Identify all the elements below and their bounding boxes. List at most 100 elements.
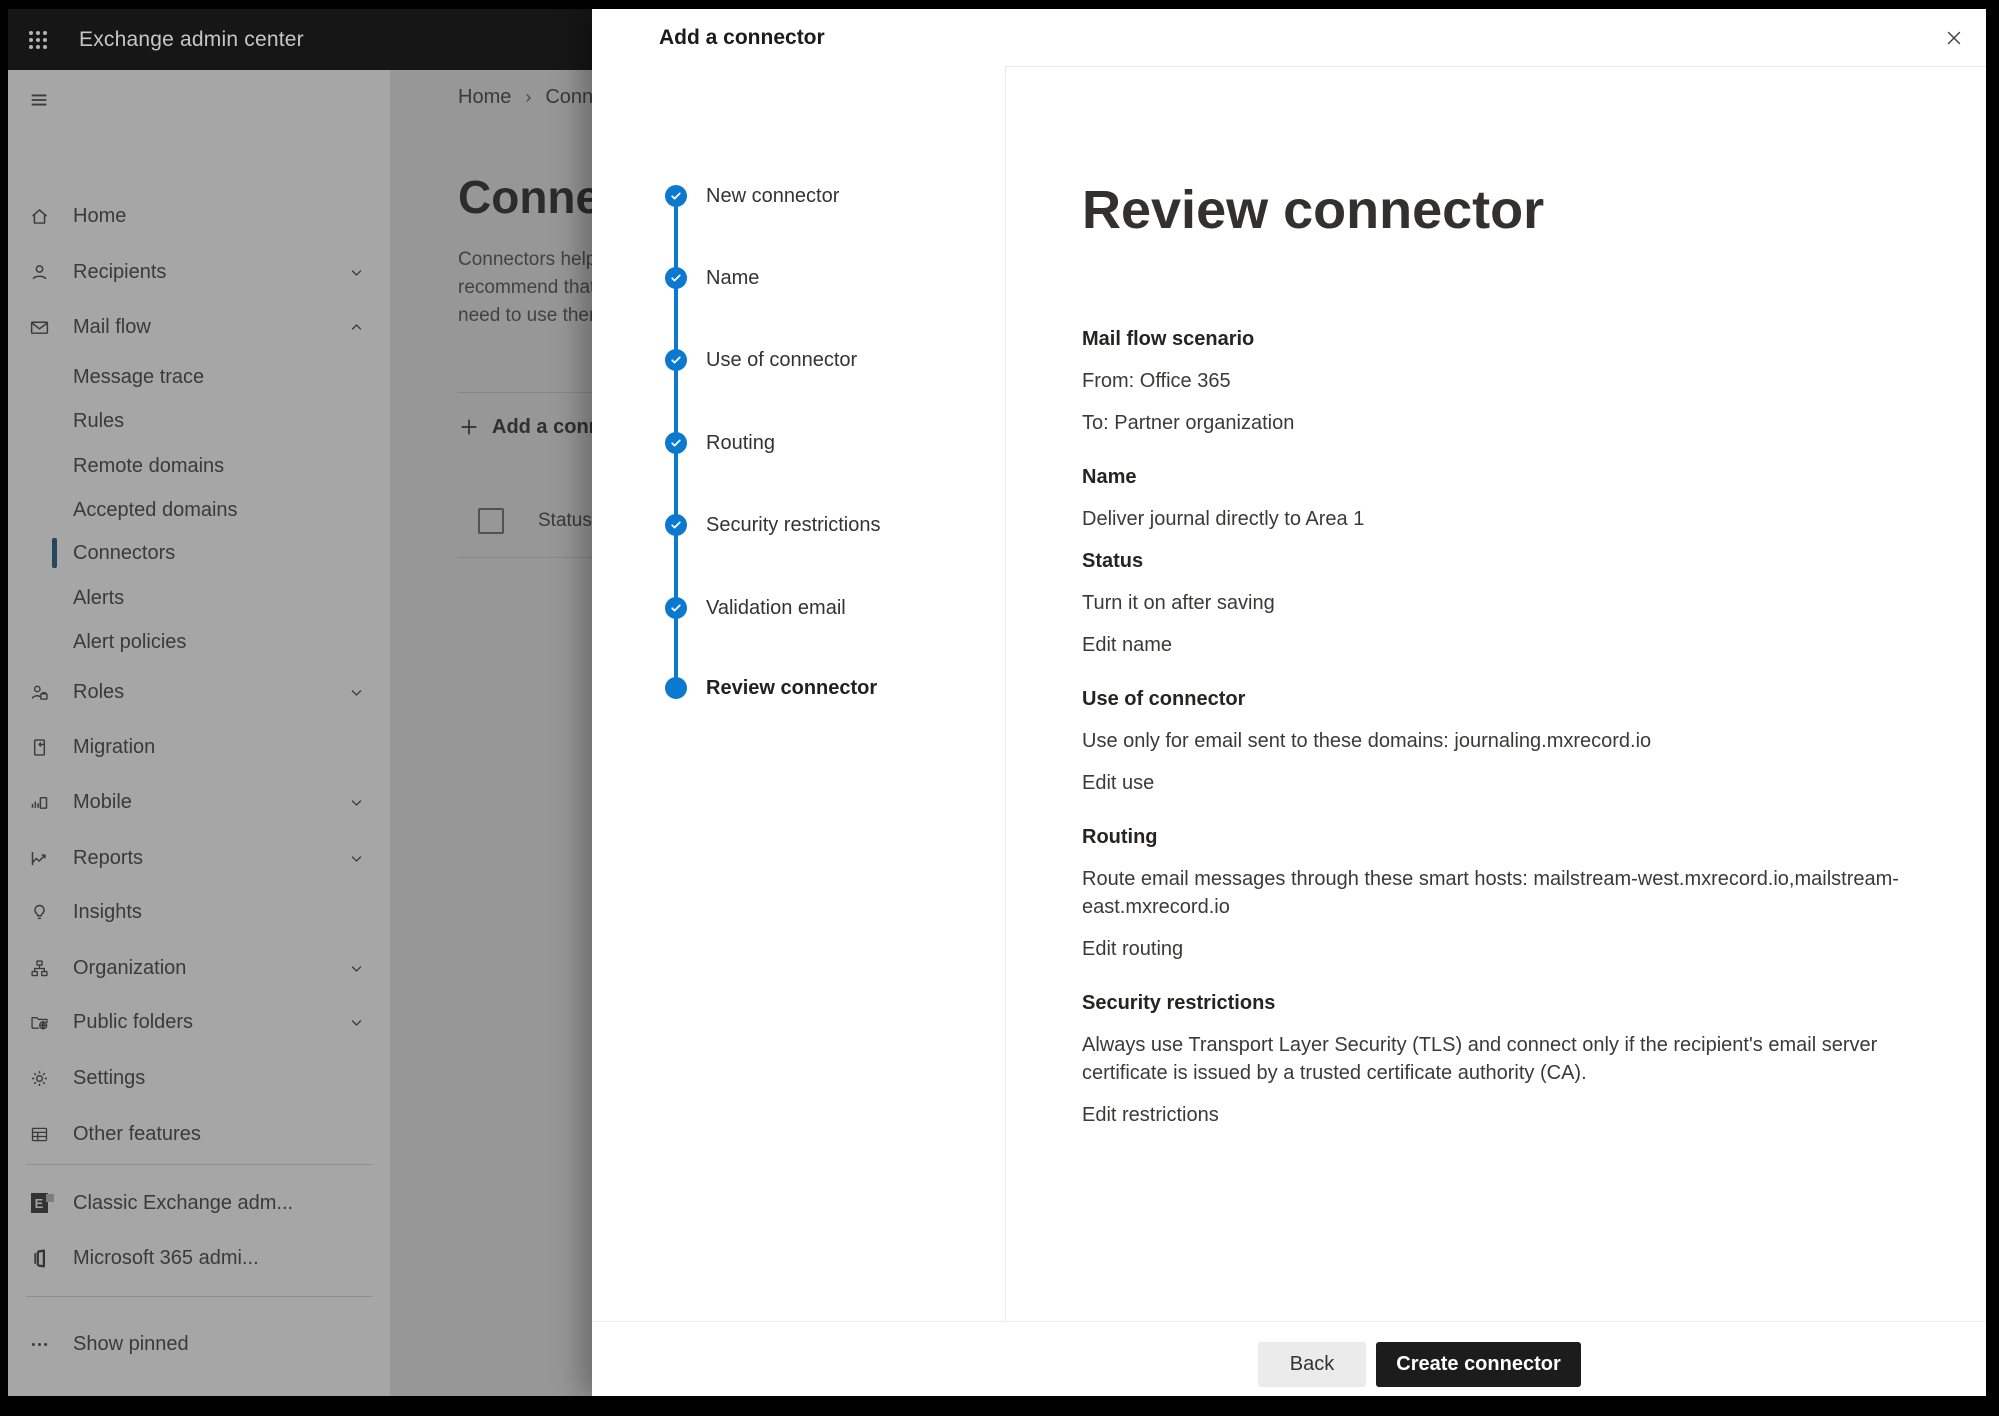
sidebar-item-classic-exchange-admin[interactable]: E Classic Exchange adm...	[8, 1181, 390, 1225]
chevron-down-icon	[348, 684, 364, 700]
sidebar-item-show-pinned[interactable]: Show pinned	[8, 1322, 390, 1366]
step-complete-icon	[665, 514, 687, 536]
sidebar-item-label: Public folders	[73, 1011, 193, 1034]
envelope-icon	[28, 316, 50, 338]
app-launcher-waffle-icon[interactable]	[25, 27, 51, 53]
sidebar-item-migration[interactable]: Migration	[8, 725, 390, 769]
review-section-heading: Use of connector	[1082, 685, 1942, 713]
create-connector-button[interactable]: Create connector	[1376, 1342, 1581, 1387]
review-section-heading: Mail flow scenario	[1082, 325, 1942, 353]
panel-footer: Back Create connector	[592, 1321, 1986, 1396]
wizard-step-routing[interactable]: Routing	[592, 431, 1005, 455]
classic-exchange-logo-icon: E	[28, 1192, 50, 1214]
review-content: Review connector Mail flow scenario From…	[1006, 66, 1986, 1322]
edit-use-link[interactable]: Edit use	[1082, 769, 1154, 797]
sidebar-item-label: Rules	[73, 410, 124, 433]
sidebar-item-label: Home	[73, 205, 126, 228]
sidebar-item-label: Classic Exchange adm...	[73, 1192, 293, 1215]
sidebar-item-public-folders[interactable]: Public folders	[8, 1000, 390, 1044]
add-connector-panel: Add a connector New connector Name	[592, 9, 1986, 1396]
chevron-down-icon	[348, 960, 364, 976]
sidebar-item-label: Alerts	[73, 587, 124, 610]
mobile-icon	[28, 791, 50, 813]
nav-sidebar: Home Recipients Mail flow Message trace …	[8, 70, 390, 1396]
home-icon	[28, 205, 50, 227]
sidebar-item-label: Show pinned	[73, 1333, 189, 1356]
page-description-line: need to use ther	[458, 302, 596, 330]
roles-icon	[28, 681, 50, 703]
select-all-checkbox[interactable]	[478, 508, 504, 534]
sidebar-divider	[26, 1296, 372, 1297]
step-complete-icon	[665, 267, 687, 289]
migration-icon	[28, 736, 50, 758]
sidebar-item-insights[interactable]: Insights	[8, 890, 390, 934]
sidebar-item-roles[interactable]: Roles	[8, 670, 390, 714]
person-icon	[28, 261, 50, 283]
sidebar-item-message-trace[interactable]: Message trace	[8, 355, 390, 399]
sidebar-item-label: Mobile	[73, 791, 132, 814]
sidebar-item-microsoft-365-admin[interactable]: Microsoft 365 admi...	[8, 1236, 390, 1280]
close-button[interactable]	[1938, 22, 1970, 54]
app-window: Exchange admin center Home Recipients	[8, 9, 1986, 1396]
review-text: From: Office 365	[1082, 367, 1942, 395]
sidebar-item-mobile[interactable]: Mobile	[8, 780, 390, 824]
status-column-header: Status	[538, 510, 592, 532]
wizard-step-use-of-connector[interactable]: Use of connector	[592, 348, 1005, 372]
wizard-step-review-connector[interactable]: Review connector	[592, 676, 1005, 700]
sidebar-item-label: Migration	[73, 736, 155, 759]
sidebar-item-label: Connectors	[73, 542, 175, 565]
org-chart-icon	[28, 957, 50, 979]
sidebar-item-label: Settings	[73, 1067, 145, 1090]
panel-title: Add a connector	[659, 9, 825, 66]
chevron-down-icon	[348, 794, 364, 810]
sidebar-item-label: Other features	[73, 1123, 201, 1146]
panel-header: Add a connector	[592, 9, 1986, 67]
folder-globe-icon	[28, 1011, 50, 1033]
edit-name-link[interactable]: Edit name	[1082, 631, 1172, 659]
page-description-line: Connectors help	[458, 246, 596, 274]
back-button[interactable]: Back	[1258, 1342, 1366, 1387]
edit-routing-link[interactable]: Edit routing	[1082, 935, 1183, 963]
wizard-step-label: Security restrictions	[706, 514, 881, 537]
wizard-step-validation-email[interactable]: Validation email	[592, 596, 1005, 620]
sidebar-item-alerts[interactable]: Alerts	[8, 576, 390, 620]
review-section-heading: Routing	[1082, 823, 1942, 851]
breadcrumb-home-link[interactable]: Home	[458, 86, 511, 109]
sidebar-item-remote-domains[interactable]: Remote domains	[8, 444, 390, 488]
sidebar-item-rules[interactable]: Rules	[8, 399, 390, 443]
sidebar-divider	[26, 1164, 372, 1165]
app-title: Exchange admin center	[79, 28, 304, 52]
sidebar-item-accepted-domains[interactable]: Accepted domains	[8, 488, 390, 532]
sidebar-item-recipients[interactable]: Recipients	[8, 250, 390, 294]
sidebar-item-label: Microsoft 365 admi...	[73, 1247, 259, 1270]
selected-indicator	[52, 538, 57, 568]
page-description: Connectors help recommend that need to u…	[458, 246, 596, 330]
gear-icon	[28, 1067, 50, 1089]
page-description-line: recommend that	[458, 274, 596, 302]
sidebar-item-organization[interactable]: Organization	[8, 946, 390, 990]
sidebar-item-reports[interactable]: Reports	[8, 836, 390, 880]
sidebar-item-other-features[interactable]: Other features	[8, 1112, 390, 1156]
wizard-step-name[interactable]: Name	[592, 266, 1005, 290]
step-complete-icon	[665, 185, 687, 207]
review-text: Always use Transport Layer Security (TLS…	[1082, 1031, 1942, 1087]
sidebar-item-label: Organization	[73, 957, 186, 980]
wizard-step-label: Review connector	[706, 677, 877, 700]
wizard-step-security-restrictions[interactable]: Security restrictions	[592, 513, 1005, 537]
sidebar-item-label: Alert policies	[73, 631, 186, 654]
sidebar-item-alert-policies[interactable]: Alert policies	[8, 620, 390, 664]
sidebar-item-label: Insights	[73, 901, 142, 924]
sidebar-item-label: Roles	[73, 681, 124, 704]
microsoft-365-logo-icon	[28, 1247, 50, 1269]
sidebar-item-mail-flow[interactable]: Mail flow	[8, 305, 390, 349]
hamburger-icon	[28, 89, 50, 111]
edit-restrictions-link[interactable]: Edit restrictions	[1082, 1101, 1219, 1129]
wizard-step-label: Name	[706, 267, 759, 290]
sidebar-item-connectors[interactable]: Connectors	[8, 531, 390, 575]
hamburger-menu-button[interactable]	[8, 78, 390, 122]
step-complete-icon	[665, 349, 687, 371]
wizard-step-new-connector[interactable]: New connector	[592, 184, 1005, 208]
sidebar-item-home[interactable]: Home	[8, 194, 390, 238]
sidebar-item-settings[interactable]: Settings	[8, 1056, 390, 1100]
table-grid-icon	[28, 1123, 50, 1145]
